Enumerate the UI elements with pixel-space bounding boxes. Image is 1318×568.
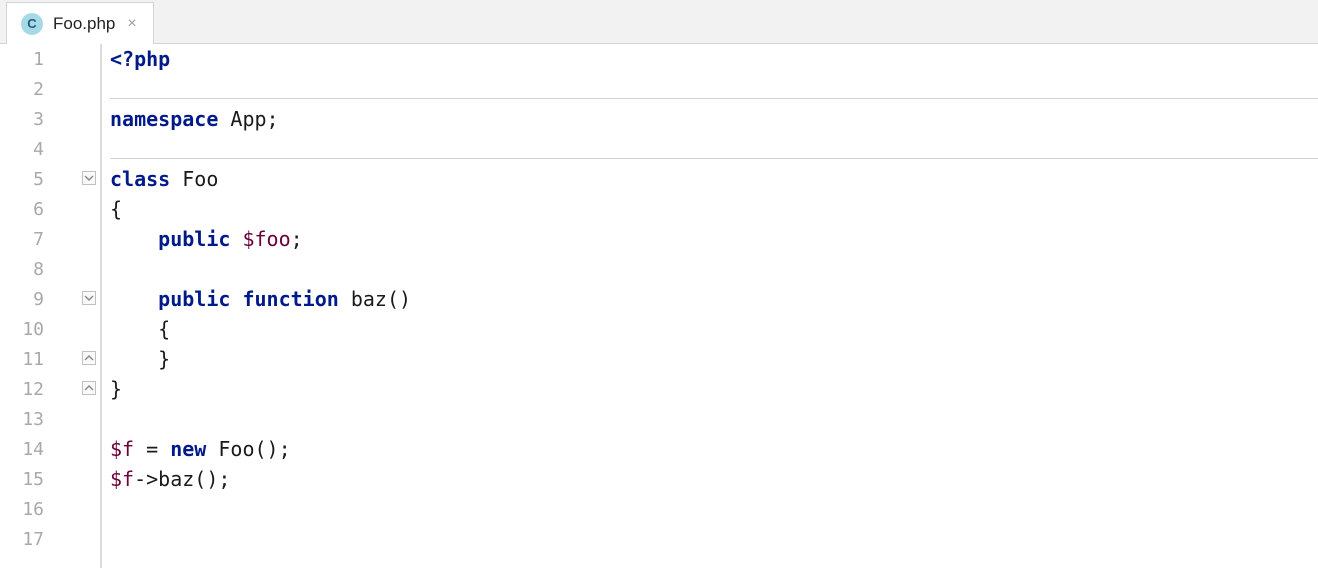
- code-line[interactable]: $f->baz();: [102, 464, 1318, 494]
- brace-open: {: [158, 314, 170, 344]
- fold-toggle-icon[interactable]: [82, 291, 96, 305]
- space: [230, 284, 242, 314]
- editor-tab[interactable]: C Foo.php ×: [6, 2, 154, 44]
- keyword-class: class: [110, 164, 170, 194]
- fold-column: [80, 44, 102, 568]
- tab-filename: Foo.php: [53, 14, 115, 34]
- close-icon[interactable]: ×: [125, 15, 138, 33]
- code-line[interactable]: }: [102, 344, 1318, 374]
- variable-f: $f: [110, 434, 134, 464]
- method-call: ->baz();: [134, 464, 230, 494]
- line-number: 14: [0, 434, 80, 464]
- line-number: 3: [0, 104, 80, 134]
- variable-f: $f: [110, 464, 134, 494]
- constructor-call: Foo();: [206, 434, 290, 464]
- class-name: Foo: [170, 164, 218, 194]
- keyword-public: public: [158, 224, 230, 254]
- line-number: 6: [0, 194, 80, 224]
- line-number: 8: [0, 254, 80, 284]
- php-open-tag: <?php: [110, 44, 170, 74]
- code-line[interactable]: <?php: [102, 44, 1318, 74]
- code-line[interactable]: [102, 494, 1318, 524]
- code-area[interactable]: <?php namespace App; class Foo { public …: [102, 44, 1318, 568]
- line-number: 16: [0, 494, 80, 524]
- line-number: 9: [0, 284, 80, 314]
- keyword-namespace: namespace: [110, 104, 218, 134]
- line-number: 1: [0, 44, 80, 74]
- line-number: 5: [0, 164, 80, 194]
- code-line[interactable]: class Foo: [102, 164, 1318, 194]
- line-number: 17: [0, 524, 80, 554]
- indent: [110, 224, 158, 254]
- line-number: 13: [0, 404, 80, 434]
- code-line[interactable]: {: [102, 194, 1318, 224]
- brace-close: }: [110, 374, 122, 404]
- property-foo: $foo: [242, 224, 290, 254]
- fold-toggle-icon[interactable]: [82, 351, 96, 365]
- code-line[interactable]: public $foo;: [102, 224, 1318, 254]
- keyword-public: public: [158, 284, 230, 314]
- fold-toggle-icon[interactable]: [82, 381, 96, 395]
- line-number: 11: [0, 344, 80, 374]
- line-number: 10: [0, 314, 80, 344]
- assign: =: [134, 434, 170, 464]
- indent: [110, 314, 158, 344]
- code-line[interactable]: [102, 524, 1318, 554]
- indent: [110, 344, 158, 374]
- tab-bar: C Foo.php ×: [0, 0, 1318, 44]
- brace-close: }: [158, 344, 170, 374]
- line-number-gutter: 1 2 3 4 5 6 7 8 9 10 11 12 13 14 15 16 1…: [0, 44, 80, 568]
- code-editor: 1 2 3 4 5 6 7 8 9 10 11 12 13 14 15 16 1…: [0, 44, 1318, 568]
- code-line[interactable]: namespace App;: [102, 104, 1318, 134]
- code-line[interactable]: [102, 254, 1318, 284]
- namespace-name: App;: [218, 104, 278, 134]
- code-line[interactable]: [102, 134, 1318, 164]
- code-line[interactable]: $f = new Foo();: [102, 434, 1318, 464]
- line-number: 4: [0, 134, 80, 164]
- code-line[interactable]: [102, 74, 1318, 104]
- line-number: 12: [0, 374, 80, 404]
- line-number: 2: [0, 74, 80, 104]
- fold-toggle-icon[interactable]: [82, 171, 96, 185]
- code-line[interactable]: }: [102, 374, 1318, 404]
- method-name: baz(): [339, 284, 411, 314]
- code-line[interactable]: public function baz(): [102, 284, 1318, 314]
- file-type-icon: C: [21, 13, 43, 35]
- semicolon: ;: [291, 224, 303, 254]
- space: [230, 224, 242, 254]
- code-line[interactable]: {: [102, 314, 1318, 344]
- keyword-function: function: [242, 284, 338, 314]
- code-line[interactable]: [102, 404, 1318, 434]
- indent: [110, 284, 158, 314]
- line-number: 15: [0, 464, 80, 494]
- brace-open: {: [110, 194, 122, 224]
- line-number: 7: [0, 224, 80, 254]
- keyword-new: new: [170, 434, 206, 464]
